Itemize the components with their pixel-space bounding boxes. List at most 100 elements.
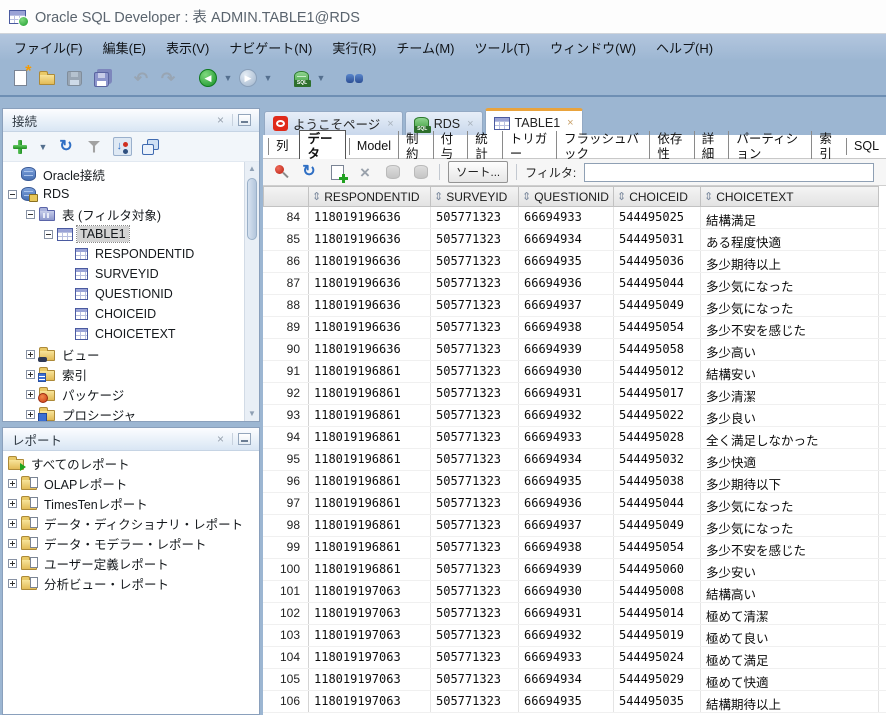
column-header[interactable]: ⇕ RESPONDENTID bbox=[309, 186, 431, 207]
choicetext-cell[interactable]: 多少清潔 bbox=[701, 383, 879, 404]
delete-row-button[interactable]: × bbox=[355, 162, 375, 182]
forward-button[interactable]: ▶ bbox=[236, 66, 260, 90]
table-row[interactable]: 93 118019196861 505771323 66694932 54449… bbox=[263, 405, 886, 427]
tree-expander[interactable] bbox=[8, 538, 17, 548]
questionid-cell[interactable]: 66694937 bbox=[519, 295, 614, 316]
column-header[interactable]: ⇕ CHOICEID bbox=[614, 186, 701, 207]
surveyid-cell[interactable]: 505771323 bbox=[431, 339, 519, 360]
respondentid-cell[interactable]: 118019196861 bbox=[309, 427, 431, 448]
choicetext-cell[interactable]: 全く満足しなかった bbox=[701, 427, 879, 448]
detail-tab[interactable]: 列 bbox=[268, 138, 296, 155]
redo-button[interactable]: ↷ bbox=[156, 66, 180, 90]
back-button[interactable]: ◀ bbox=[196, 66, 220, 90]
respondentid-cell[interactable]: 118019196861 bbox=[309, 361, 431, 382]
filter-input[interactable] bbox=[584, 162, 874, 182]
questionid-cell[interactable]: 66694933 bbox=[519, 207, 614, 228]
questionid-cell[interactable]: 66694933 bbox=[519, 427, 614, 448]
surveyid-cell[interactable]: 505771323 bbox=[431, 515, 519, 536]
tree-node[interactable]: OLAPレポート bbox=[3, 473, 259, 493]
back-dropdown[interactable]: ▼ bbox=[223, 73, 233, 83]
close-icon[interactable]: × bbox=[211, 432, 230, 446]
choicetext-cell[interactable]: 多少不安を感じた bbox=[701, 537, 879, 558]
tree-expander[interactable] bbox=[26, 369, 35, 379]
surveyid-cell[interactable]: 505771323 bbox=[431, 207, 519, 228]
surveyid-cell[interactable]: 505771323 bbox=[431, 383, 519, 404]
surveyid-cell[interactable]: 505771323 bbox=[431, 559, 519, 580]
tree-node[interactable]: RESPONDENTID bbox=[3, 244, 259, 264]
table-row[interactable]: 101 118019197063 505771323 66694930 5444… bbox=[263, 581, 886, 603]
tree-node[interactable]: 索引 bbox=[3, 364, 259, 384]
surveyid-cell[interactable]: 505771323 bbox=[431, 361, 519, 382]
surveyid-cell[interactable]: 505771323 bbox=[431, 603, 519, 624]
table-row[interactable]: 102 118019197063 505771323 66694931 5444… bbox=[263, 603, 886, 625]
menu-item[interactable]: ツール(T) bbox=[465, 34, 541, 61]
menu-item[interactable]: ファイル(F) bbox=[4, 34, 93, 61]
table-row[interactable]: 106 118019197063 505771323 66694935 5444… bbox=[263, 691, 886, 713]
tree-expander[interactable] bbox=[26, 349, 35, 359]
choiceid-cell[interactable]: 544495049 bbox=[614, 295, 701, 316]
respondentid-cell[interactable]: 118019196636 bbox=[309, 339, 431, 360]
table-row[interactable]: 103 118019197063 505771323 66694932 5444… bbox=[263, 625, 886, 647]
filter-connections-button[interactable] bbox=[84, 137, 104, 157]
commit-button[interactable] bbox=[383, 162, 403, 182]
respondentid-cell[interactable]: 118019197063 bbox=[309, 647, 431, 668]
tree-node[interactable]: TimesTenレポート bbox=[3, 493, 259, 513]
surveyid-cell[interactable]: 505771323 bbox=[431, 273, 519, 294]
copy-connection-button[interactable] bbox=[140, 137, 160, 157]
choiceid-cell[interactable]: 544495008 bbox=[614, 581, 701, 602]
choiceid-cell[interactable]: 544495044 bbox=[614, 493, 701, 514]
choicetext-cell[interactable]: 多少良い bbox=[701, 405, 879, 426]
surveyid-cell[interactable]: 505771323 bbox=[431, 427, 519, 448]
choicetext-cell[interactable]: 結構安い bbox=[701, 361, 879, 382]
detail-tab[interactable]: 依存性 bbox=[649, 130, 693, 163]
respondentid-cell[interactable]: 118019196636 bbox=[309, 207, 431, 228]
tree-expander[interactable] bbox=[8, 189, 17, 199]
sort-indicator-icon[interactable]: ⇕ bbox=[522, 190, 531, 203]
choiceid-cell[interactable]: 544495036 bbox=[614, 251, 701, 272]
tree-node[interactable]: データ・モデラー・レポート bbox=[3, 533, 259, 553]
table-row[interactable]: 88 118019196636 505771323 66694937 54449… bbox=[263, 295, 886, 317]
questionid-cell[interactable]: 66694935 bbox=[519, 471, 614, 492]
choiceid-cell[interactable]: 544495032 bbox=[614, 449, 701, 470]
respondentid-cell[interactable]: 118019196861 bbox=[309, 449, 431, 470]
column-header[interactable]: ⇕ CHOICETEXT bbox=[701, 186, 879, 207]
choiceid-cell[interactable]: 544495054 bbox=[614, 317, 701, 338]
surveyid-cell[interactable]: 505771323 bbox=[431, 625, 519, 646]
close-tab-icon[interactable]: × bbox=[567, 117, 573, 129]
detail-tab[interactable]: トリガー bbox=[501, 130, 556, 163]
tree-node[interactable]: ユーザー定義レポート bbox=[3, 553, 259, 573]
questionid-cell[interactable]: 66694930 bbox=[519, 361, 614, 382]
sort-indicator-icon[interactable]: ⇕ bbox=[617, 190, 626, 203]
menu-item[interactable]: チーム(M) bbox=[386, 34, 464, 61]
questionid-cell[interactable]: 66694931 bbox=[519, 383, 614, 404]
surveyid-cell[interactable]: 505771323 bbox=[431, 471, 519, 492]
choicetext-cell[interactable]: 結構高い bbox=[701, 581, 879, 602]
choiceid-cell[interactable]: 544495024 bbox=[614, 647, 701, 668]
questionid-cell[interactable]: 66694932 bbox=[519, 405, 614, 426]
choicetext-cell[interactable]: ある程度快適 bbox=[701, 229, 879, 250]
tree-node[interactable]: RDS bbox=[3, 184, 259, 204]
sql-worksheet-dropdown[interactable]: ▼ bbox=[316, 73, 326, 83]
tree-node[interactable]: ビュー bbox=[3, 344, 259, 364]
surveyid-cell[interactable]: 505771323 bbox=[431, 669, 519, 690]
table-row[interactable]: 97 118019196861 505771323 66694936 54449… bbox=[263, 493, 886, 515]
tree-node[interactable]: Oracle接続 bbox=[3, 164, 259, 184]
surveyid-cell[interactable]: 505771323 bbox=[431, 581, 519, 602]
surveyid-cell[interactable]: 505771323 bbox=[431, 229, 519, 250]
questionid-cell[interactable]: 66694939 bbox=[519, 559, 614, 580]
choiceid-cell[interactable]: 544495029 bbox=[614, 669, 701, 690]
table-row[interactable]: 89 118019196636 505771323 66694938 54449… bbox=[263, 317, 886, 339]
tree-node[interactable]: プロシージャ bbox=[3, 404, 259, 421]
sort-indicator-icon[interactable]: ⇕ bbox=[704, 190, 713, 203]
tree-expander[interactable] bbox=[26, 389, 35, 399]
surveyid-cell[interactable]: 505771323 bbox=[431, 647, 519, 668]
sort-button[interactable]: ソート... bbox=[448, 161, 509, 183]
questionid-cell[interactable]: 66694938 bbox=[519, 317, 614, 338]
detail-tab[interactable]: 制約 bbox=[397, 130, 433, 163]
refresh-data-button[interactable]: ↻ bbox=[299, 162, 319, 182]
choicetext-cell[interactable]: 多少気になった bbox=[701, 515, 879, 536]
choiceid-cell[interactable]: 544495012 bbox=[614, 361, 701, 382]
surveyid-cell[interactable]: 505771323 bbox=[431, 537, 519, 558]
table-row[interactable]: 99 118019196861 505771323 66694938 54449… bbox=[263, 537, 886, 559]
questionid-cell[interactable]: 66694933 bbox=[519, 647, 614, 668]
